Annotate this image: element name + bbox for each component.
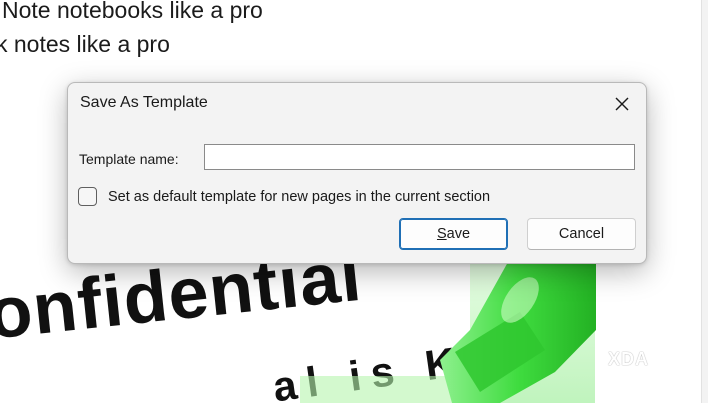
- cancel-button[interactable]: Cancel: [527, 218, 636, 250]
- template-name-input[interactable]: [204, 144, 635, 170]
- dialog-title: Save As Template: [80, 94, 208, 111]
- save-button[interactable]: Save: [399, 218, 508, 250]
- xda-watermark-logo: XDA: [608, 349, 650, 369]
- close-button[interactable]: [604, 89, 640, 119]
- save-as-template-dialog: Save As Template Template name: Set as d…: [67, 82, 647, 264]
- save-button-mnemonic: S: [436, 226, 447, 242]
- close-icon: [615, 97, 629, 111]
- default-template-checkbox[interactable]: [78, 187, 97, 206]
- template-name-label: Template name:: [79, 151, 179, 167]
- default-template-checkbox-label[interactable]: Set as default template for new pages in…: [108, 189, 490, 205]
- save-button-label: ave: [446, 226, 471, 242]
